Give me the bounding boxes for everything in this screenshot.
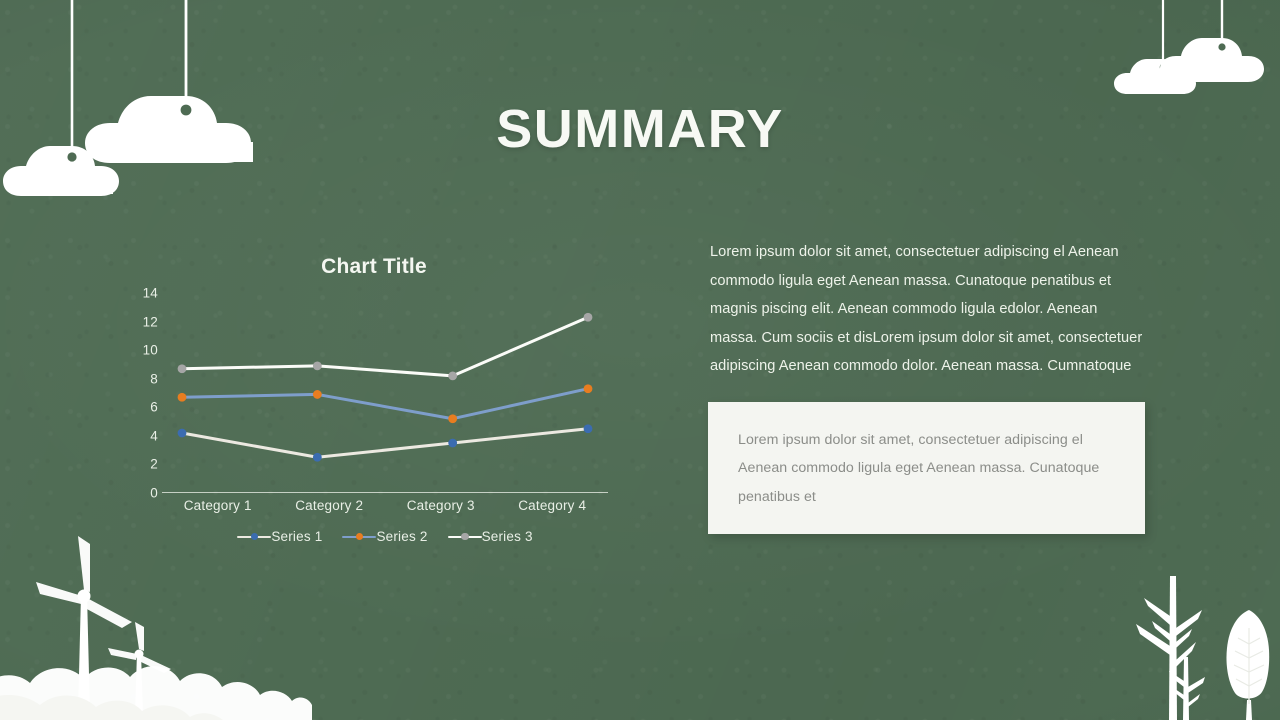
series-data-point — [583, 424, 593, 434]
conifer-tree — [1226, 610, 1270, 720]
series-data-point — [448, 414, 458, 424]
series-data-point — [583, 312, 593, 322]
legend-label: Series 2 — [376, 529, 428, 544]
legend-swatch-icon — [237, 531, 272, 543]
y-axis-tick-label: 14 — [142, 285, 158, 301]
y-axis: 14 12 10 8 6 4 2 0 — [128, 286, 158, 501]
y-axis-tick-label: 2 — [150, 456, 158, 472]
chart-plot-area: 14 12 10 8 6 4 2 0 Category 1 Category 2 Category… — [128, 286, 608, 544]
series-data-point — [448, 438, 458, 448]
x-axis-tick-label: Category 4 — [518, 498, 587, 513]
body-paragraph: Lorem ipsum dolor sit amet, consectetuer… — [710, 244, 1143, 375]
legend-item-3[interactable]: Series 3 — [447, 529, 533, 544]
series-data-point — [312, 361, 322, 371]
chart-series-svg — [162, 312, 608, 493]
series-data-point — [583, 384, 593, 394]
series-data-point — [312, 452, 322, 462]
series-data-point — [312, 390, 322, 399]
series-data-point — [177, 428, 187, 438]
chart-title: Chart Title — [321, 255, 427, 278]
legend-label: Series 1 — [271, 529, 323, 544]
legend-item-1[interactable]: Series 1 — [237, 529, 322, 544]
y-axis-tick-label: 6 — [150, 399, 158, 415]
y-axis-tick-label: 10 — [142, 342, 158, 358]
hanging-cloud-large-right — [1160, 0, 1264, 82]
series-data-point — [177, 392, 187, 402]
chart-legend: Series 1 Series 2 Series 3 — [162, 529, 608, 544]
legend-label: Series 3 — [481, 529, 533, 544]
x-axis-tick-label: Category 3 — [406, 498, 475, 513]
chart-series-1 — [177, 424, 593, 462]
legend-item-2[interactable]: Series 2 — [342, 529, 427, 544]
series-data-point — [448, 371, 458, 381]
y-axis-tick-label: 12 — [142, 314, 158, 330]
y-axis-tick-label: 0 — [150, 485, 158, 501]
x-axis-tick-label: Category 1 — [183, 498, 252, 513]
series-line — [180, 427, 590, 459]
callout-card: Lorem ipsum dolor sit amet, consectetuer… — [708, 402, 1145, 534]
cloud-hill-bottom-left — [0, 666, 312, 720]
bare-tree-small — [1169, 657, 1205, 720]
series-line — [180, 315, 590, 378]
x-axis: Category 1 Category 2 Category 3 Category 4 — [162, 498, 608, 520]
chart-series-2 — [177, 384, 593, 424]
legend-swatch-icon — [342, 531, 377, 543]
series-line — [180, 387, 590, 421]
series-data-point — [177, 364, 187, 374]
y-axis-tick-label: 8 — [150, 371, 158, 387]
legend-swatch-icon — [447, 531, 482, 543]
chart-container: Chart Title 14 12 10 8 6 4 2 0 Category 1 Catego… — [128, 255, 608, 560]
y-axis-tick-label: 4 — [150, 428, 158, 444]
callout-text: Lorem ipsum dolor sit amet, consectetuer… — [738, 432, 1100, 505]
page-title: SUMMARY — [496, 99, 784, 159]
chart-series-3 — [177, 312, 593, 381]
x-axis-tick-label: Category 2 — [295, 498, 364, 513]
